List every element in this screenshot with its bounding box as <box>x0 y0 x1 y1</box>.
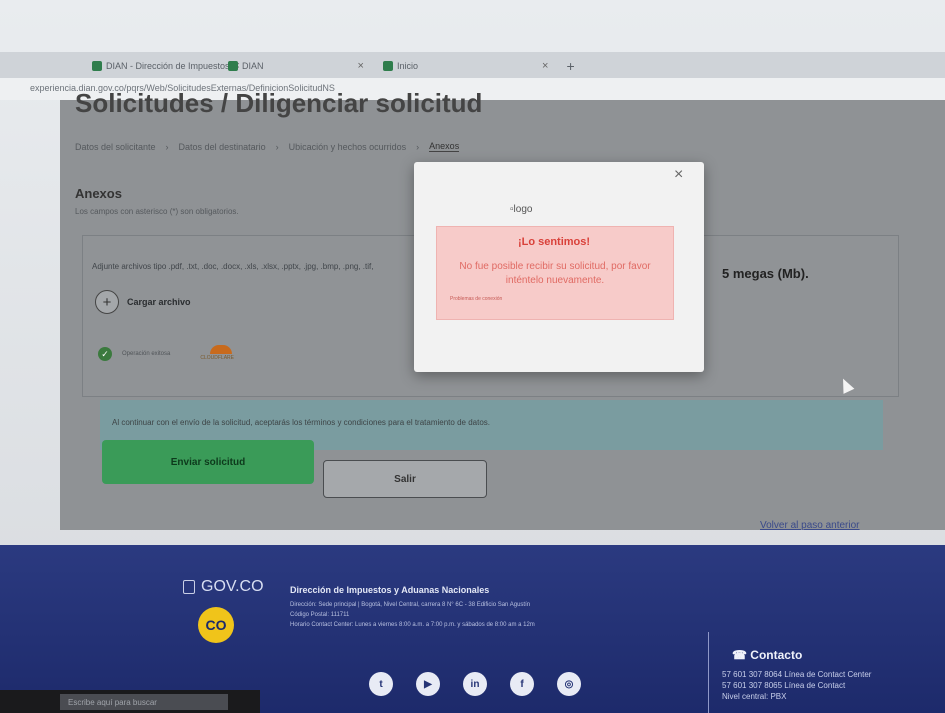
footer-postal: Código Postal: 111711 <box>290 612 350 618</box>
error-title: ¡Lo sentimos! <box>517 236 591 248</box>
footer-address: Dirección: Sede principal | Bogotá, Nive… <box>290 602 531 608</box>
terms-notice-text[interactable]: Al continuar con el envío de la solicitu… <box>112 418 490 427</box>
footer-org-title: Dirección de Impuestos y Aduanas Naciona… <box>290 585 490 595</box>
new-tab-button[interactable]: + <box>566 58 574 74</box>
dian-favicon-icon <box>383 61 393 71</box>
size-limit-text: 5 megas (Mb). <box>722 266 809 281</box>
twitter-icon[interactable]: t <box>369 672 393 696</box>
breadcrumb-item[interactable]: Ubicación y hechos ocurridos <box>289 142 407 152</box>
screen: DIAN - Dirección de Impuestos × DIAN × I… <box>0 0 945 713</box>
dian-favicon-icon <box>92 61 102 71</box>
close-tab-icon[interactable]: × <box>542 60 548 72</box>
footer-hours: Horario Contact Center: Lunes a viernes … <box>290 622 535 628</box>
plus-icon: + <box>95 290 119 314</box>
section-title: Anexos <box>75 186 122 201</box>
send-request-button[interactable]: Enviar solicitud <box>102 440 314 484</box>
linkedin-icon[interactable]: in <box>463 672 487 696</box>
gov-co-logo[interactable]: GOV.CO <box>183 578 264 596</box>
captcha-widget[interactable]: ✓ Operación exitosa CLOUDFLARE <box>98 345 240 363</box>
upload-label: Cargar archivo <box>127 297 191 307</box>
page-title: Solicitudes / Diligenciar solicitud <box>75 88 483 118</box>
contact-line: Nivel central: PBX <box>722 692 787 701</box>
browser-tab[interactable]: DIAN - Dirección de Impuestos × <box>92 56 240 76</box>
contact-line: 57 601 307 8064 Línea de Contact Center <box>722 670 872 679</box>
captcha-label: Operación exitosa <box>122 351 171 357</box>
close-icon[interactable]: × <box>674 166 683 184</box>
allowed-types-text: Adjunte archivos tipo .pdf, .txt, .doc, … <box>92 262 374 271</box>
breadcrumb: Datos del solicitante › Datos del destin… <box>75 141 460 152</box>
exit-button[interactable]: Salir <box>323 460 487 498</box>
logo-alt-text: logo <box>513 204 533 215</box>
breadcrumb-item[interactable]: Datos del destinatario <box>179 142 266 152</box>
shield-icon <box>183 580 195 594</box>
tab-label: DIAN <box>242 61 264 71</box>
close-tab-icon[interactable]: × <box>358 60 364 72</box>
instagram-icon[interactable]: ◎ <box>557 672 581 696</box>
tab-label: DIAN - Dirección de Impuestos <box>106 61 230 71</box>
broken-logo-image: ▫logo <box>510 204 532 215</box>
chevron-right-icon: › <box>275 141 279 152</box>
tab-label: Inicio <box>397 61 419 71</box>
upload-file-button[interactable]: + Cargar archivo <box>95 290 191 314</box>
facebook-icon[interactable]: f <box>510 672 534 696</box>
phone-icon: ☎ <box>732 648 751 662</box>
browser-tab[interactable]: DIAN × <box>228 56 364 76</box>
taskbar-search-input[interactable]: Escribe aquí para buscar <box>60 694 228 710</box>
error-detail: Problemas de conexión <box>450 296 503 302</box>
cloudflare-logo: CLOUDFLARE <box>200 345 240 363</box>
contact-title: ☎ Contacto <box>732 648 802 662</box>
breadcrumb-item[interactable]: Datos del solicitante <box>75 142 156 152</box>
youtube-icon[interactable]: ▶ <box>416 672 440 696</box>
section-subtitle: Los campos con asterisco (*) son obligat… <box>75 207 239 216</box>
gov-co-label: GOV.CO <box>201 578 264 595</box>
back-link[interactable]: Volver al paso anterior <box>760 520 860 531</box>
chevron-right-icon: › <box>416 141 420 152</box>
contact-line: 57 601 307 8065 Línea de Contact <box>722 681 846 690</box>
chevron-right-icon: › <box>165 141 169 152</box>
breadcrumb-item-active[interactable]: Anexos <box>429 141 460 152</box>
contact-title-text: Contacto <box>750 648 803 662</box>
dian-favicon-icon <box>228 61 238 71</box>
error-message: No fue posible recibir su solicitud, por… <box>459 261 651 286</box>
cloudflare-brand: CLOUDFLARE <box>200 355 234 361</box>
co-badge: CO <box>198 607 234 643</box>
browser-tab[interactable]: Inicio × + <box>383 56 575 76</box>
check-icon: ✓ <box>98 347 112 361</box>
cloud-icon <box>210 345 233 354</box>
